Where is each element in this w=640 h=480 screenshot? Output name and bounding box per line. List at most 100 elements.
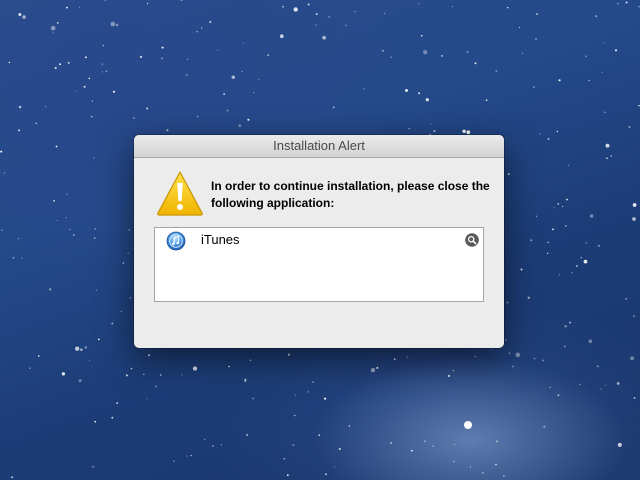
star: [200, 27, 203, 29]
application-list[interactable]: iTunes: [154, 227, 484, 302]
star: [101, 71, 103, 73]
star: [130, 367, 133, 370]
star: [80, 348, 83, 351]
star: [541, 359, 544, 362]
star: [181, 374, 183, 376]
star: [543, 425, 546, 428]
application-name: iTunes: [201, 232, 240, 247]
star: [383, 12, 386, 14]
star: [585, 242, 587, 244]
star: [139, 55, 143, 58]
star: [56, 219, 59, 222]
star: [610, 155, 613, 157]
star: [614, 49, 618, 52]
star: [287, 353, 290, 356]
dialog-titlebar[interactable]: Installation Alert: [134, 135, 504, 158]
star: [429, 123, 432, 125]
magnifier-reveal-icon[interactable]: [465, 233, 479, 247]
star: [292, 444, 295, 446]
star: [22, 15, 26, 19]
star: [606, 157, 608, 160]
star: [485, 99, 488, 102]
list-item[interactable]: iTunes: [155, 228, 483, 251]
star: [293, 414, 296, 417]
star: [102, 44, 105, 47]
star: [447, 374, 451, 377]
star: [128, 229, 130, 231]
star: [84, 56, 87, 59]
star: [186, 455, 188, 457]
star: [539, 133, 541, 135]
star: [466, 130, 471, 135]
star: [88, 360, 90, 362]
star: [196, 115, 199, 118]
star: [44, 105, 47, 108]
star: [11, 476, 14, 479]
star: [469, 466, 471, 468]
star: [393, 358, 396, 361]
star: [94, 420, 97, 423]
star: [452, 5, 454, 8]
star: [557, 202, 560, 205]
star: [432, 445, 435, 448]
star: [547, 137, 550, 141]
star: [192, 366, 198, 371]
star: [466, 51, 469, 54]
star: [564, 325, 567, 328]
star: [226, 109, 229, 112]
star: [345, 24, 347, 26]
star: [166, 129, 169, 132]
star: [370, 367, 376, 373]
star: [253, 92, 255, 94]
star: [279, 34, 284, 39]
star: [35, 122, 38, 125]
star: [29, 367, 31, 369]
star: [549, 386, 551, 388]
star: [324, 397, 327, 400]
star: [616, 381, 620, 385]
star: [406, 356, 409, 359]
star: [216, 49, 219, 51]
star: [92, 465, 95, 468]
star: [84, 346, 87, 349]
star: [246, 433, 249, 436]
star: [425, 98, 429, 102]
star: [147, 354, 151, 357]
star: [209, 20, 212, 24]
star: [579, 383, 581, 386]
star: [334, 466, 336, 468]
star: [390, 56, 392, 58]
star: [53, 200, 55, 202]
star: [21, 257, 23, 259]
alert-message: In order to continue installation, pleas…: [211, 179, 490, 210]
star: [558, 79, 561, 82]
star: [632, 203, 637, 207]
star: [506, 6, 509, 9]
star: [286, 474, 289, 477]
star: [405, 88, 408, 92]
star: [247, 118, 250, 121]
star: [522, 52, 524, 54]
star: [88, 77, 90, 80]
star: [73, 234, 75, 236]
star: [571, 272, 573, 274]
star: [8, 61, 11, 64]
star: [283, 457, 286, 460]
star: [159, 374, 162, 376]
star: [553, 207, 555, 209]
star: [143, 373, 145, 376]
installation-alert-dialog: Installation Alert In order to continue …: [134, 135, 504, 348]
star: [315, 24, 317, 26]
star: [79, 6, 81, 8]
star: [115, 23, 119, 27]
star: [408, 128, 410, 130]
star: [585, 55, 587, 58]
star: [495, 70, 498, 72]
star: [258, 79, 260, 81]
star: [441, 55, 443, 57]
star: [433, 130, 436, 133]
star: [590, 214, 594, 218]
star: [566, 198, 568, 201]
star: [66, 193, 68, 196]
star: [122, 262, 125, 265]
